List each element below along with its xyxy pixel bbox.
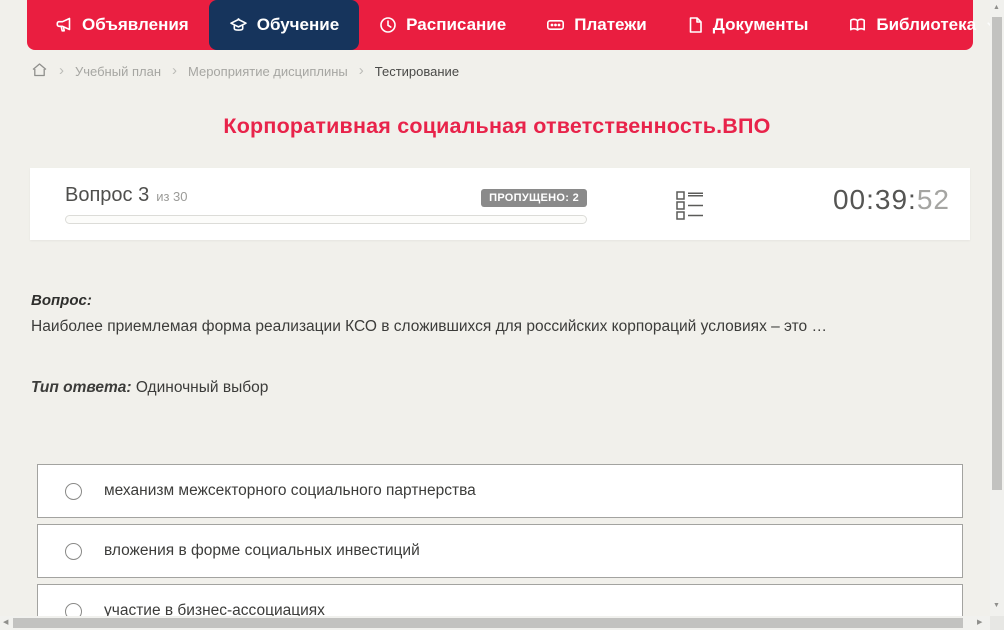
question-list-button[interactable] bbox=[676, 190, 704, 220]
nav-item-label: Платежи bbox=[574, 15, 647, 34]
page-title: Корпоративная социальная ответственность… bbox=[223, 114, 771, 138]
banknote-icon bbox=[546, 16, 565, 34]
scroll-right-arrow-icon[interactable]: ▶ bbox=[977, 619, 982, 626]
question-label: Вопрос: bbox=[31, 292, 92, 309]
chevron-right-icon: › bbox=[172, 62, 177, 79]
scroll-up-arrow-icon[interactable]: ▲ bbox=[993, 4, 1000, 11]
question-progress-block: Вопрос 3 из 30 ПРОПУЩЕНО: 2 bbox=[65, 184, 587, 224]
nav-item-announcements[interactable]: Объявления bbox=[35, 0, 209, 50]
home-icon[interactable] bbox=[31, 62, 48, 81]
timer: 00:39:52 bbox=[833, 184, 950, 216]
vertical-scrollbar[interactable]: ▲ ▼ bbox=[990, 0, 1004, 616]
clock-icon bbox=[379, 16, 397, 34]
question-counter: Вопрос 3 bbox=[65, 184, 150, 206]
radio-button-icon[interactable] bbox=[65, 482, 82, 500]
nav-item-label: Обучение bbox=[256, 15, 340, 34]
breadcrumb-curriculum[interactable]: Учебный план bbox=[75, 64, 161, 79]
scrollbar-corner bbox=[990, 616, 1004, 630]
answer-type-value: Одиночный выбор bbox=[135, 379, 269, 396]
timer-hours-minutes: 00:39: bbox=[832, 184, 917, 215]
answer-options: механизм межсекторного социального партн… bbox=[37, 464, 963, 630]
breadcrumb: › Учебный план › Мероприятие дисциплины … bbox=[31, 62, 459, 81]
answer-option-label: вложения в форме социальных инвестиций bbox=[104, 542, 420, 559]
nav-item-schedule[interactable]: Расписание bbox=[359, 0, 526, 50]
nav-item-label: Библиотека bbox=[876, 15, 977, 34]
horizontal-scrollbar-thumb[interactable] bbox=[13, 618, 963, 628]
document-icon bbox=[687, 16, 704, 34]
chevron-right-icon: › bbox=[358, 62, 364, 79]
scroll-left-arrow-icon[interactable]: ◀ bbox=[3, 619, 8, 626]
horizontal-scrollbar[interactable]: ◀ ▶ bbox=[0, 616, 990, 630]
breadcrumb-testing: Тестирование bbox=[374, 64, 460, 79]
question-text: Наиболее приемлемая форма реализации КСО… bbox=[31, 318, 827, 335]
answer-option-2[interactable]: вложения в форме социальных инвестиций bbox=[37, 524, 963, 578]
answer-type-line: Тип ответа: Одиночный выбор bbox=[31, 379, 268, 397]
radio-button-icon[interactable] bbox=[65, 542, 82, 560]
answer-option-1[interactable]: механизм межсекторного социального партн… bbox=[37, 464, 963, 518]
question-counter-total: из 30 bbox=[156, 189, 188, 204]
nav-item-documents[interactable]: Документы bbox=[667, 0, 829, 50]
chevron-right-icon: › bbox=[59, 62, 64, 79]
vertical-scrollbar-thumb[interactable] bbox=[992, 17, 1002, 490]
nav-item-library[interactable]: Библиотека bbox=[828, 0, 1004, 50]
nav-item-label: Документы bbox=[712, 15, 809, 34]
answer-option-label: механизм межсекторного социального партн… bbox=[104, 482, 476, 499]
megaphone-icon bbox=[55, 16, 73, 34]
graduation-cap-icon bbox=[229, 16, 248, 34]
nav-item-label: Объявления bbox=[82, 15, 189, 34]
scroll-down-arrow-icon[interactable]: ▼ bbox=[993, 602, 1000, 609]
breadcrumb-discipline-event[interactable]: Мероприятие дисциплины bbox=[188, 64, 348, 79]
skipped-badge: ПРОПУЩЕНО: 2 bbox=[481, 189, 587, 207]
answer-type-label: Тип ответа: bbox=[31, 379, 132, 396]
nav-item-learning[interactable]: Обучение bbox=[208, 0, 360, 50]
timer-seconds: 52 bbox=[916, 184, 950, 215]
quiz-header-card: Вопрос 3 из 30 ПРОПУЩЕНО: 2 00:39:52 bbox=[30, 168, 970, 240]
book-icon bbox=[848, 16, 867, 34]
app-window: Объявления Обучение Расписание Платежи Д… bbox=[0, 0, 1004, 630]
main-nav: Объявления Обучение Расписание Платежи Д… bbox=[27, 0, 998, 50]
nav-item-payments[interactable]: Платежи bbox=[526, 0, 667, 50]
progress-bar bbox=[65, 215, 587, 224]
question-list-icon bbox=[676, 191, 704, 224]
nav-item-label: Расписание bbox=[406, 15, 507, 34]
